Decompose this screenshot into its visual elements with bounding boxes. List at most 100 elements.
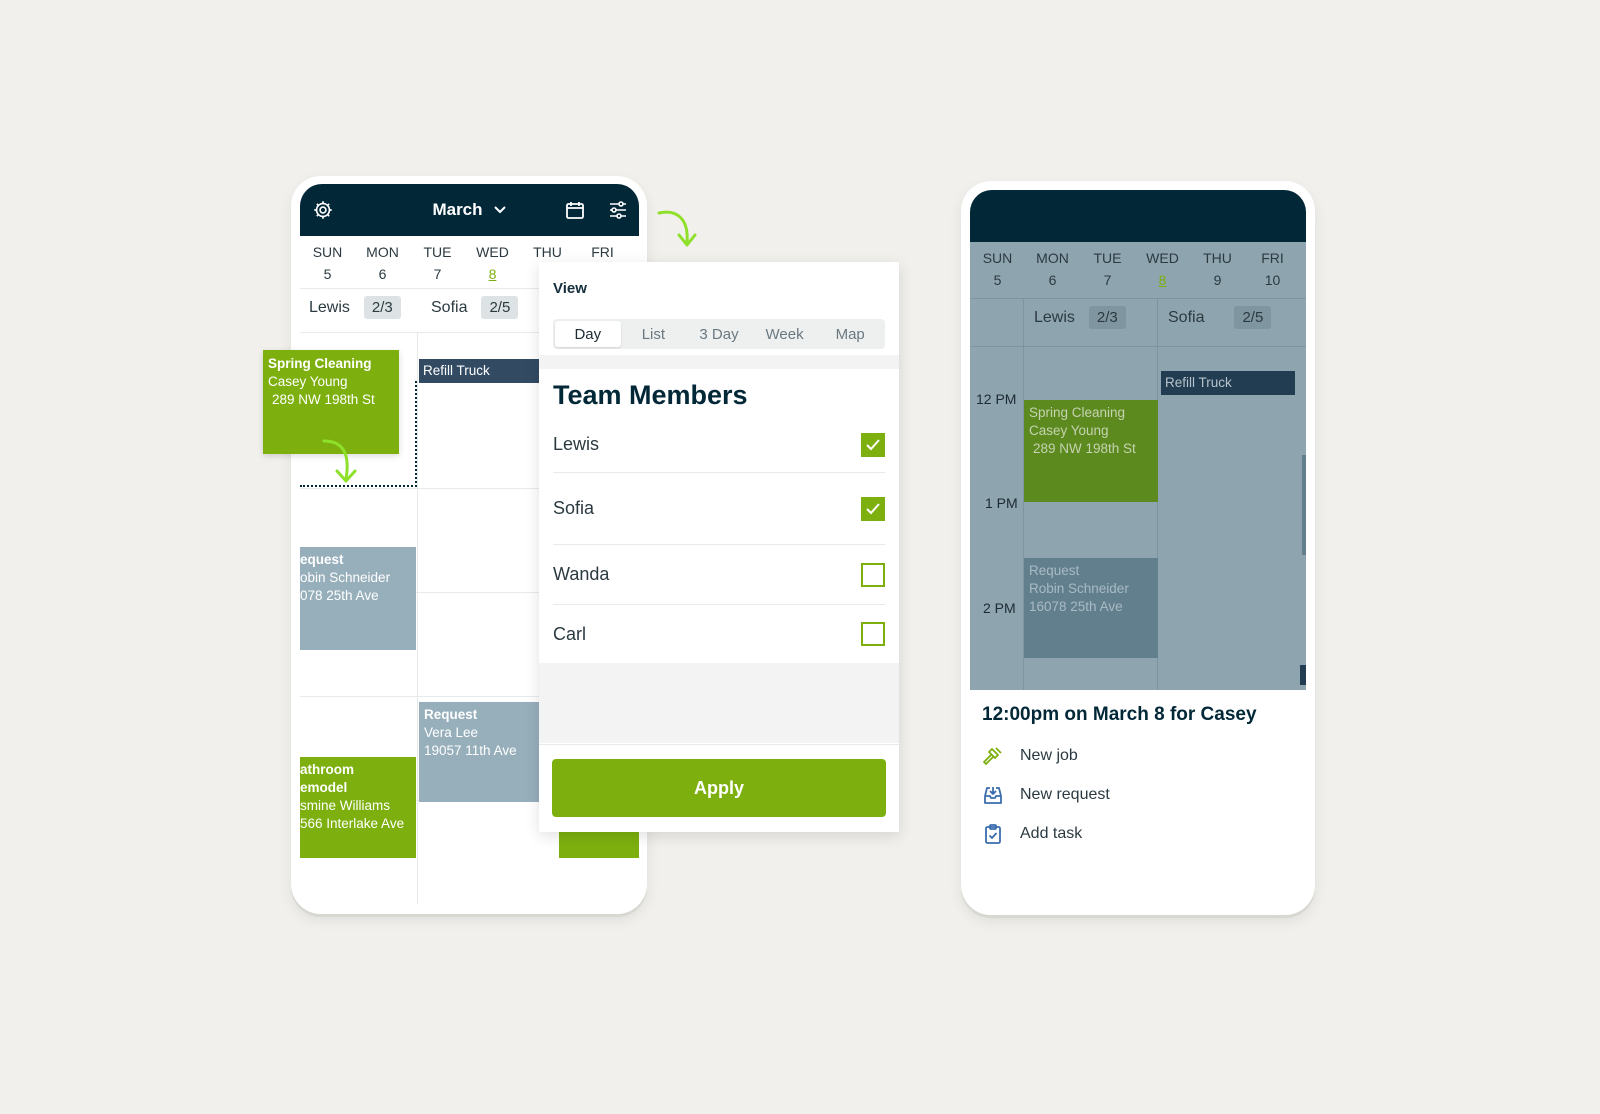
- event-refill-truck[interactable]: Refill Truck: [1161, 371, 1295, 395]
- member-row-sofia[interactable]: Sofia: [553, 473, 885, 545]
- curved-arrow-icon: [657, 210, 697, 247]
- event-client: Robin Schneider: [1029, 581, 1129, 596]
- check-icon: [866, 502, 880, 514]
- team-lewis[interactable]: Lewis 2/3: [1034, 306, 1126, 329]
- action-label: New job: [1020, 747, 1078, 764]
- event-title: equest: [300, 552, 344, 567]
- calendar-header: March: [300, 184, 639, 236]
- day-mon[interactable]: MON 6: [1025, 250, 1080, 288]
- day-number: 7: [433, 266, 442, 282]
- day-name: WED: [1146, 250, 1179, 266]
- day-number: 6: [378, 266, 387, 282]
- check-icon: [866, 438, 880, 450]
- day-name: TUE: [423, 244, 452, 260]
- team-sofia[interactable]: Sofia 2/5: [1168, 306, 1272, 329]
- month-selector[interactable]: March: [432, 200, 506, 220]
- empty-area: [539, 663, 899, 743]
- team-lewis[interactable]: Lewis 2/3: [309, 296, 401, 319]
- event-request-robin[interactable]: Request Robin Schneider 16078 25th Ave: [1024, 558, 1158, 658]
- day-sun[interactable]: SUN 5: [300, 244, 355, 282]
- view-tabs: Day List 3 Day Week Map: [553, 319, 885, 349]
- action-label: Add task: [1020, 825, 1083, 842]
- divider: [539, 744, 899, 745]
- time-label: 1 PM: [985, 495, 1018, 511]
- chevron-down-icon: [493, 206, 506, 214]
- action-new-request[interactable]: New request: [982, 784, 1110, 806]
- event-title: athroom: [300, 762, 354, 777]
- count-badge: 2/3: [1088, 306, 1126, 329]
- day-tue[interactable]: TUE 7: [410, 244, 465, 282]
- event-request-vera[interactable]: Request Vera Lee 19057 11th Ave: [419, 702, 539, 802]
- event-address: 566 Interlake Ave: [300, 816, 405, 831]
- day-thu[interactable]: THU 9: [1190, 250, 1245, 288]
- divider: [970, 346, 1306, 347]
- checkbox-unchecked[interactable]: [861, 622, 885, 646]
- member-row-carl[interactable]: Carl: [553, 605, 885, 663]
- tab-3-day[interactable]: 3 Day: [686, 321, 752, 347]
- team-members-title: Team Members: [553, 380, 748, 410]
- member-name: Sofia: [553, 498, 595, 518]
- count-badge: 2/5: [481, 296, 519, 319]
- tab-day[interactable]: Day: [555, 321, 621, 347]
- day-wed[interactable]: WED 8: [1135, 250, 1190, 288]
- event-request-robin[interactable]: equest obin Schneider 078 25th Ave: [300, 547, 416, 650]
- day-number: 8: [1158, 272, 1167, 288]
- event-address: 078 25th Ave: [300, 588, 379, 603]
- event-title: Request: [1029, 563, 1080, 578]
- drag-arrow-icon: [322, 439, 357, 483]
- right-phone: SUN 5 MON 6 TUE 7 WED 8 THU 9 FRI 10 Lewis 2/3…: [961, 181, 1315, 915]
- gear-icon[interactable]: [312, 199, 334, 221]
- tab-list[interactable]: List: [621, 321, 687, 347]
- day-number: 5: [993, 272, 1002, 288]
- member-name: Lewis: [553, 434, 600, 454]
- event-edge-partial: [1302, 455, 1306, 555]
- team-name: Sofia: [431, 298, 468, 316]
- event-title: Spring Cleaning: [1029, 405, 1126, 420]
- event-title: Request: [424, 707, 478, 722]
- day-name: SUN: [982, 250, 1013, 266]
- event-address: 289 NW 198th St: [1033, 441, 1136, 456]
- checkbox-unchecked[interactable]: [861, 562, 885, 587]
- tab-week[interactable]: Week: [752, 321, 818, 347]
- day-sun[interactable]: SUN 5: [970, 250, 1025, 288]
- checkbox-checked[interactable]: [861, 432, 885, 457]
- section-divider: [539, 355, 899, 369]
- day-fri[interactable]: FRI 10: [1245, 250, 1300, 288]
- event-title: emodel: [300, 780, 348, 795]
- action-label: New request: [1020, 786, 1110, 803]
- event-spring-cleaning[interactable]: Spring Cleaning Casey Young 289 NW 198th…: [1024, 400, 1158, 502]
- action-new-job[interactable]: New job: [982, 745, 1078, 767]
- member-row-lewis[interactable]: Lewis: [553, 417, 885, 473]
- day-name: FRI: [1261, 250, 1284, 266]
- checkbox-checked[interactable]: [861, 496, 885, 521]
- inbox-download-icon: [984, 787, 1002, 804]
- event-client: Casey Young: [268, 374, 348, 389]
- event-address: 16078 25th Ave: [1029, 599, 1123, 614]
- team-sofia[interactable]: Sofia 2/5: [431, 296, 519, 319]
- clipboard-check-icon: [985, 824, 1001, 844]
- member-row-wanda[interactable]: Wanda: [553, 545, 885, 605]
- day-tue[interactable]: TUE 7: [1080, 250, 1135, 288]
- filter-sliders-icon[interactable]: [608, 200, 628, 220]
- event-refill-truck[interactable]: Refill Truck: [419, 359, 539, 383]
- day-number: 6: [1048, 272, 1057, 288]
- apply-button[interactable]: Apply: [552, 759, 886, 817]
- day-mon[interactable]: MON 6: [355, 244, 410, 282]
- day-name: MON: [366, 244, 399, 260]
- day-number: 10: [1264, 272, 1281, 288]
- event-bathroom-remodel[interactable]: athroom emodel smine Williams 566 Interl…: [300, 757, 416, 858]
- member-name: Wanda: [553, 564, 610, 584]
- event-client: obin Schneider: [300, 570, 391, 585]
- tab-map[interactable]: Map: [817, 321, 883, 347]
- right-phone-screen: SUN 5 MON 6 TUE 7 WED 8 THU 9 FRI 10 Lewis 2/3…: [970, 190, 1306, 906]
- day-name: WED: [476, 244, 509, 260]
- event-address: 19057 11th Ave: [424, 743, 517, 758]
- event-title: Spring Cleaning: [268, 356, 372, 371]
- count-badge: 2/3: [363, 296, 401, 319]
- day-wed[interactable]: WED 8: [465, 244, 520, 282]
- team-name: Sofia: [1168, 308, 1205, 326]
- calendar-icon[interactable]: [565, 200, 585, 220]
- action-add-task[interactable]: Add task: [982, 823, 1082, 845]
- day-name: MON: [1036, 250, 1069, 266]
- event-client: Casey Young: [1029, 423, 1109, 438]
